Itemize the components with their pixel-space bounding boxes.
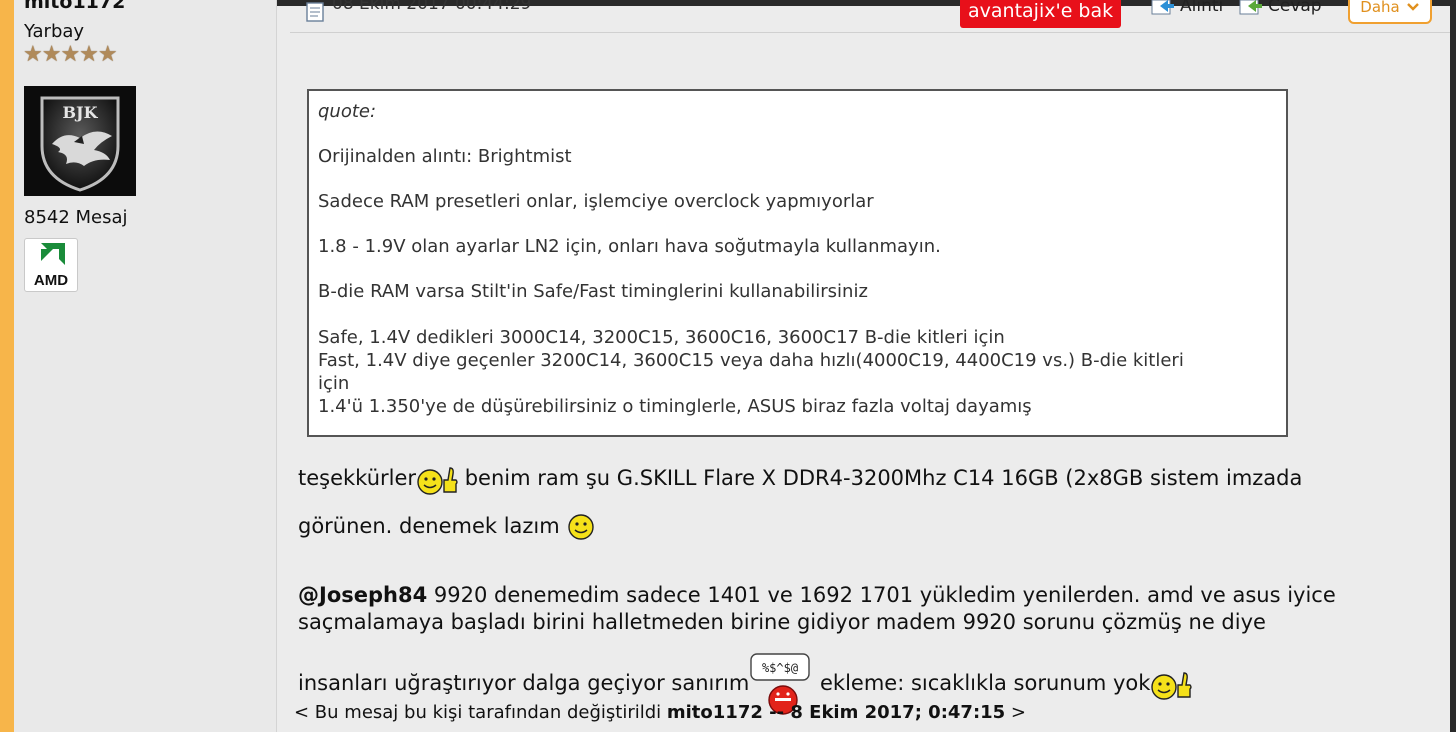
more-dropdown[interactable]: Daha [1348,0,1432,24]
edit-note-separator: -- [762,702,791,723]
quote-line: B-die RAM varsa Stilt'in Safe/Fast timin… [318,281,868,302]
quote-line: için [318,373,350,394]
post-date: 08 Ekim 2017 00:44:29 [332,0,532,14]
quote-line: 1.8 - 1.9V olan ayarlar LN2 için, onları… [318,236,941,257]
body-text-segment: saçmalamaya başladı birini halletmeden b… [298,610,1266,634]
body-line: görünen. denemek lazım [298,512,1446,542]
amd-badge-text: AMD [34,272,68,289]
user-mention-link[interactable]: @Joseph84 [298,583,427,607]
body-text-segment: 9920 denemedim sadece 1401 ve 1692 1701 … [427,583,1336,607]
promo-button[interactable]: avantajix'e bak [960,0,1122,28]
amd-badge-icon: AMD [24,238,78,292]
edit-note-prefix: < Bu mesaj bu kişi tarafından değiştiril… [294,702,667,723]
post-body: teşekkürler benim ram şu G.SKILL Flare X… [298,462,1446,715]
quote-line: Fast, 1.4V diye geçenler 3200C14, 3600C1… [318,350,1184,371]
reply-button-label: Cevap [1268,0,1322,16]
quote-button[interactable]: Alıntı [1150,0,1223,16]
cursing-bubble-text: %$^$@ [762,661,798,675]
thumbs-up-smiley-icon [416,462,458,496]
edit-note-suffix: > [1005,702,1027,723]
message-count: 8542 Mesaj [24,207,128,228]
body-text-segment: ekleme: sıcaklıkla sorunum yok [813,671,1151,695]
page-left-accent-bar [0,0,14,732]
post-header: 08 Ekim 2017 00:44:29 avantajix'e bak Al… [290,0,1450,33]
quote-button-label: Alıntı [1180,0,1224,16]
username-link[interactable]: mito1172 [24,0,125,13]
rank-stars-icon: ★★★★★ [23,42,118,67]
more-dropdown-label: Daha [1360,0,1400,16]
body-line: saçmalamaya başladı birini halletmeden b… [298,609,1446,635]
quote-line: 1.4'ü 1.350'ye de düşürebilirsiniz o tim… [318,396,1032,417]
bjk-eagle-icon: BJK [24,86,136,196]
scrollbar[interactable] [1450,0,1456,732]
avatar-text: BJK [63,103,99,122]
body-line: @Joseph84 9920 denemedim sadece 1401 ve … [298,582,1446,608]
quote-line: Sadece RAM presetleri onlar, işlemciye o… [318,191,874,212]
edit-note: < Bu mesaj bu kişi tarafından değiştiril… [294,702,1026,723]
smile-icon [566,512,596,542]
chevron-down-icon [1406,3,1419,11]
quote-line: Safe, 1.4V dedikleri 3000C14, 3200C15, 3… [318,327,1005,348]
body-text-segment: teşekkürler [298,466,417,490]
edit-note-date: 8 Ekim 2017; 0:47:15 [790,702,1006,723]
quote-source: Orijinalden alıntı: Brightmist [318,146,572,167]
avatar[interactable]: BJK [24,86,136,196]
quote-arrow-icon [1151,0,1174,15]
quote-label: quote: [318,101,377,122]
body-text-segment: benim ram şu G.SKILL Flare X DDR4-3200Mh… [458,466,1303,490]
edit-note-editor: mito1172 [666,702,763,723]
thumbs-up-smiley-icon [1150,667,1193,701]
reply-button[interactable]: Cevap [1238,0,1322,16]
body-line: teşekkürler benim ram şu G.SKILL Flare X… [298,462,1446,496]
quote-box: quote: Orijinalden alıntı: Brightmist Sa… [307,89,1288,437]
post-date-icon [306,2,324,22]
body-text-segment: görünen. denemek lazım [298,514,567,538]
reply-arrow-icon [1239,0,1262,15]
user-sidebar: mito1172 Yarbay ★★★★★ BJK 8542 Mesaj AMD [14,0,277,732]
user-rank: Yarbay [24,21,85,42]
body-text-segment: insanları uğraştırıyor dalga geçiyor san… [298,671,750,695]
